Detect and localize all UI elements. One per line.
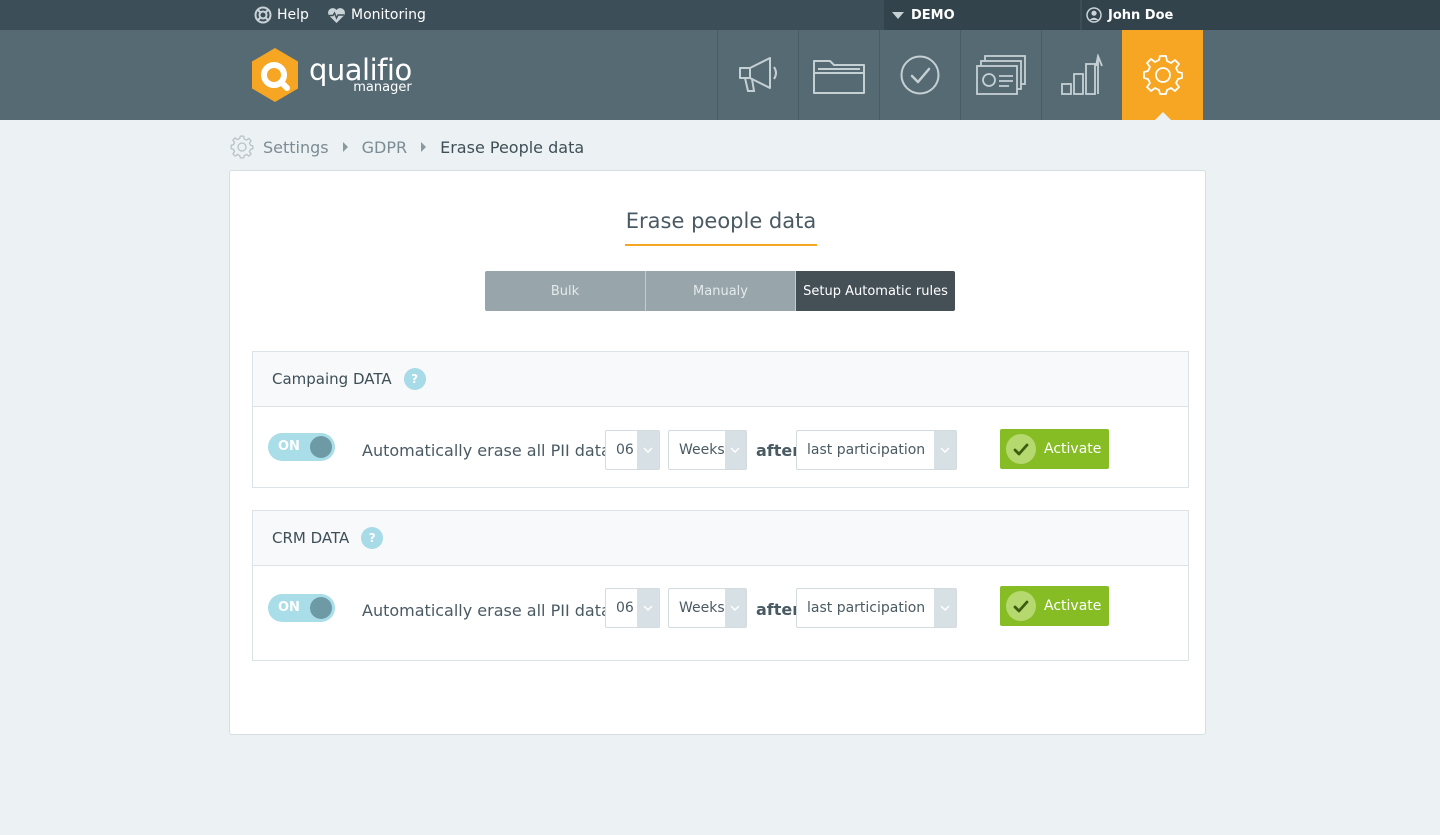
nav-item-validation[interactable]: [879, 30, 960, 120]
activate-button[interactable]: Activate: [1000, 429, 1109, 469]
toggle-label: ON: [278, 439, 300, 454]
campaign-data-panel: Campaing DATA ? ON Automatically erase a…: [252, 351, 1189, 488]
mode-tabs: Bulk Manualy Setup Automatic rules: [485, 271, 955, 311]
main-nav: [717, 30, 1203, 120]
breadcrumb-separator-icon: [342, 142, 348, 152]
lifebuoy-icon: [254, 6, 272, 24]
nav-item-folders[interactable]: [798, 30, 879, 120]
help-icon[interactable]: ?: [361, 527, 384, 549]
amount-value: 06: [616, 600, 634, 616]
megaphone-icon: [739, 57, 777, 92]
tab-setup-automatic-rules[interactable]: Setup Automatic rules: [796, 271, 955, 311]
tab-bulk[interactable]: Bulk: [485, 271, 646, 311]
breadcrumb-gdpr[interactable]: GDPR: [362, 138, 407, 157]
heart-pulse-icon: [328, 7, 345, 23]
after-label: after: [756, 600, 801, 619]
check-icon: [1006, 434, 1036, 464]
chevron-down-icon: [637, 589, 659, 627]
event-value: last participation: [807, 600, 926, 616]
nav-item-statistics[interactable]: [1041, 30, 1122, 120]
help-link[interactable]: Help: [254, 0, 309, 30]
activate-label: Activate: [1044, 441, 1102, 457]
activate-label: Activate: [1044, 598, 1102, 614]
nav-item-settings[interactable]: [1122, 30, 1203, 120]
top-bar: Help Monitoring DEMO John Doe: [0, 0, 1440, 30]
bar-chart-icon: [1061, 54, 1103, 95]
chevron-down-icon: [934, 589, 956, 627]
nav-item-campaigns[interactable]: [717, 30, 798, 120]
check-circle-icon: [900, 55, 940, 95]
chevron-down-icon: [637, 431, 659, 469]
panel-header: CRM DATA ?: [253, 511, 1188, 566]
panel-title: Campaing DATA: [272, 370, 392, 388]
account-select[interactable]: DEMO: [884, 0, 1080, 30]
rule-text: Automatically erase all PII data: [362, 601, 611, 620]
folder-icon: [813, 60, 865, 94]
unit-value: Weeks: [679, 442, 725, 458]
amount-value: 06: [616, 442, 634, 458]
logo-wordmark: qualifio manager: [309, 56, 412, 95]
breadcrumb-settings[interactable]: Settings: [263, 138, 329, 157]
settings-gear-icon: [230, 135, 254, 159]
amount-select[interactable]: 06: [605, 588, 660, 628]
chevron-down-icon: [724, 431, 746, 469]
rule-text: Automatically erase all PII data: [362, 441, 611, 460]
breadcrumb-current: Erase People data: [440, 137, 585, 157]
unit-value: Weeks: [679, 600, 725, 616]
amount-select[interactable]: 06: [605, 430, 660, 470]
toggle-label: ON: [278, 600, 300, 615]
account-selected-label: DEMO: [911, 7, 955, 23]
toggle-knob: [310, 597, 332, 619]
monitoring-link[interactable]: Monitoring: [327, 0, 426, 30]
help-icon[interactable]: ?: [403, 368, 426, 390]
breadcrumb: Settings GDPR Erase People data: [230, 134, 584, 160]
gear-icon: [1142, 55, 1183, 95]
check-icon: [1006, 591, 1036, 621]
panel-body: ON Automatically erase all PII data 06 W…: [253, 407, 1188, 487]
user-icon: [1086, 7, 1102, 23]
event-value: last participation: [807, 442, 926, 458]
help-label: Help: [277, 7, 309, 23]
activate-button[interactable]: Activate: [1000, 586, 1109, 626]
crm-data-panel: CRM DATA ? ON Automatically erase all PI…: [252, 510, 1189, 661]
chevron-down-icon: [934, 431, 956, 469]
unit-select[interactable]: Weeks: [668, 588, 747, 628]
page-title: Erase people data: [625, 209, 817, 246]
user-menu[interactable]: John Doe: [1082, 0, 1440, 30]
toggle-knob: [310, 436, 332, 458]
nav-item-contacts[interactable]: [960, 30, 1041, 120]
breadcrumb-separator-icon: [421, 142, 427, 152]
tab-manually[interactable]: Manualy: [646, 271, 796, 311]
qualifio-logo-icon: [252, 48, 298, 102]
after-label: after: [756, 441, 801, 460]
unit-select[interactable]: Weeks: [668, 430, 747, 470]
panel-title: CRM DATA: [272, 529, 350, 547]
chevron-down-icon: [724, 589, 746, 627]
panel-body: ON Automatically erase all PII data 06 W…: [253, 566, 1188, 660]
event-select[interactable]: last participation: [796, 430, 957, 470]
event-select[interactable]: last participation: [796, 588, 957, 628]
qualifio-logo[interactable]: qualifio manager: [250, 47, 412, 103]
contact-cards-icon: [976, 55, 1026, 95]
user-name: John Doe: [1108, 7, 1174, 23]
crm-toggle[interactable]: ON: [268, 594, 335, 622]
erase-data-card: Erase people data Bulk Manualy Setup Aut…: [229, 170, 1206, 735]
caret-down-icon: [892, 11, 904, 19]
monitoring-label: Monitoring: [351, 7, 426, 23]
campaign-toggle[interactable]: ON: [268, 433, 335, 461]
panel-header: Campaing DATA ?: [253, 352, 1188, 407]
